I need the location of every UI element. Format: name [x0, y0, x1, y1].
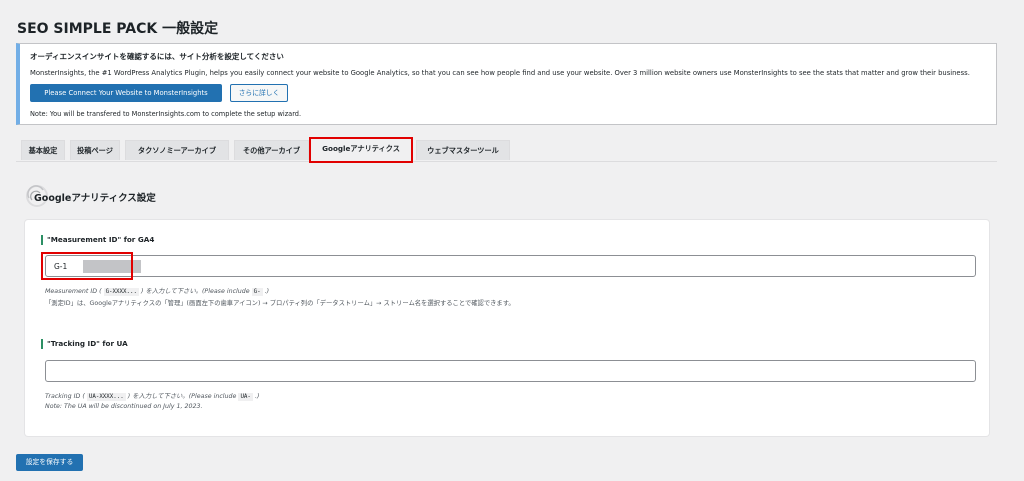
tab-google-analytics[interactable]: Googleアナリティクス: [309, 137, 413, 163]
ga4-label: "Measurement ID" for GA4: [41, 235, 154, 245]
ua-help-code-prefix: UA-: [238, 393, 253, 401]
ga4-measurement-id-input[interactable]: [45, 255, 976, 277]
page-title: SEO SIMPLE PACK 一般設定: [17, 21, 219, 37]
settings-tabs: 基本設定 投稿ページ タクソノミーアーカイブ その他アーカイブ Googleアナ…: [16, 134, 997, 163]
notice-description: MonsterInsights, the #1 WordPress Analyt…: [30, 69, 970, 77]
ua-tracking-id-input[interactable]: [45, 360, 976, 382]
section-title: Googleアナリティクス設定: [34, 193, 156, 204]
tab-taxonomy-archive[interactable]: タクソノミーアーカイブ: [125, 140, 229, 160]
ga4-help-prefix: Measurement ID (: [45, 288, 102, 295]
ga4-help-suffix: .): [264, 288, 270, 295]
ua-help-prefix: Tracking ID (: [45, 393, 85, 400]
highlight-frame: [41, 252, 133, 280]
ua-help: Tracking ID ( UA-XXXX... ) を入力して下さい。(Ple…: [45, 391, 260, 401]
save-settings-button[interactable]: 設定を保存する: [16, 454, 83, 471]
ga4-help: Measurement ID ( G-XXXX... ) を入力して下さい。(P…: [45, 286, 270, 296]
tab-post-page[interactable]: 投稿ページ: [70, 140, 120, 160]
ga4-help-code-prefix: G-: [251, 288, 263, 296]
ua-label: "Tracking ID" for UA: [41, 339, 128, 349]
settings-card: "Measurement ID" for GA4 Measurement ID …: [25, 220, 989, 436]
ga4-help-line2: 「測定ID」は、Googleアナリティクスの「管理」(画面左下の歯車アイコン) …: [45, 300, 515, 307]
ga4-help-mid: ) を入力して下さい。(Please include: [141, 288, 250, 295]
ua-help-suffix: .): [254, 393, 260, 400]
ua-help-code: UA-XXXX...: [86, 393, 126, 401]
tab-webmaster-tools[interactable]: ウェブマスターツール: [416, 140, 510, 160]
notice-note: Note: You will be transfered to MonsterI…: [30, 110, 302, 118]
monsterinsights-notice: オーディエンスインサイトを確認するには、サイト分析を設定してください Monst…: [16, 43, 997, 125]
ua-help-line2: Note: The UA will be discontinued on Jul…: [45, 403, 203, 410]
ua-help-mid: ) を入力して下さい。(Please include: [127, 393, 237, 400]
ga4-help-code: G-XXXX...: [103, 288, 139, 296]
learn-more-button[interactable]: さらに詳しく: [230, 84, 288, 102]
connect-monsterinsights-button[interactable]: Please Connect Your Website to MonsterIn…: [30, 84, 222, 102]
notice-title: オーディエンスインサイトを確認するには、サイト分析を設定してください: [30, 52, 284, 61]
tab-basic-settings[interactable]: 基本設定: [21, 140, 65, 160]
tab-other-archive[interactable]: その他アーカイブ: [234, 140, 309, 160]
